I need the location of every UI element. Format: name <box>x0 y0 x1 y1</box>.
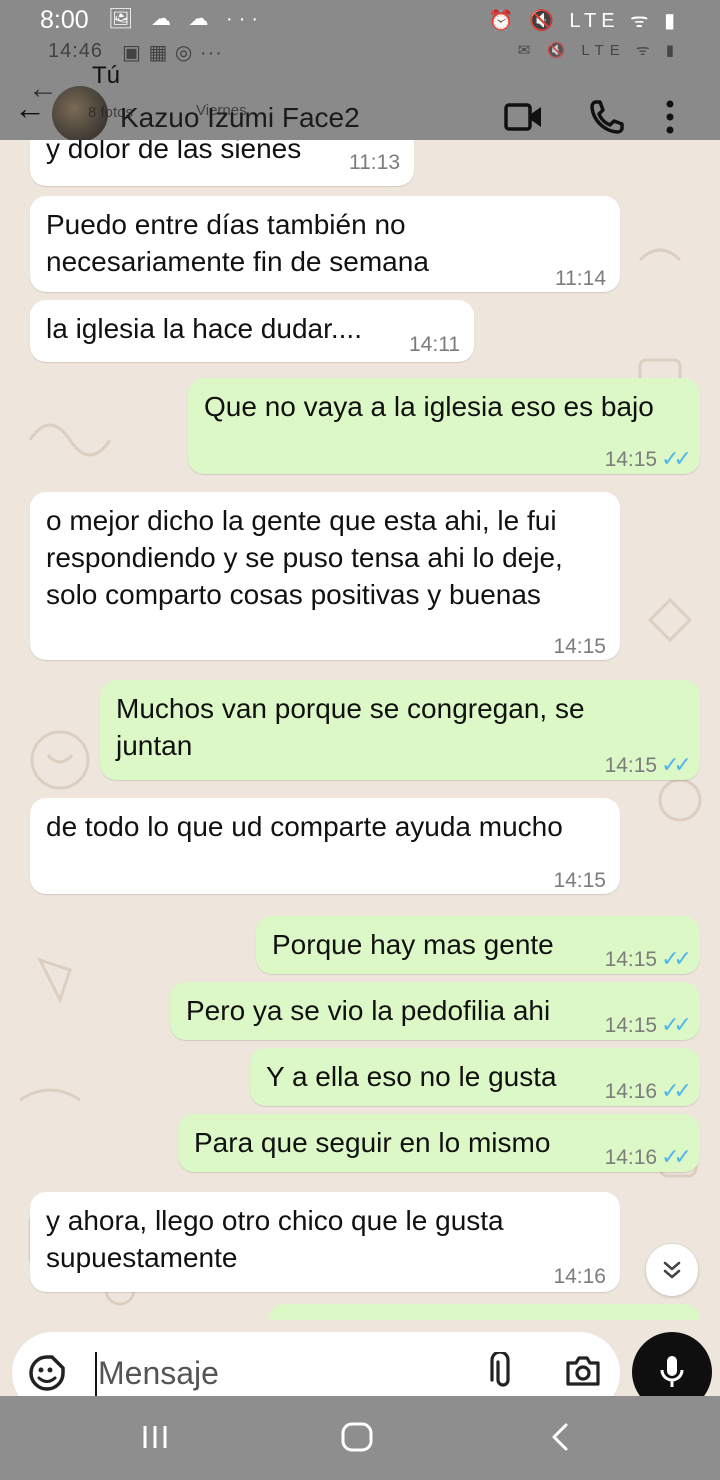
message-time: 11:14 <box>555 267 606 290</box>
message-time: 14:15 <box>604 754 658 777</box>
message-incoming[interactable]: de todo lo que ud comparte ayuda mucho 1… <box>30 798 620 894</box>
attach-clip-icon[interactable] <box>490 1352 516 1392</box>
message-outgoing[interactable]: Para que seguir en lo mismo 14:16 ✓✓ <box>178 1114 700 1172</box>
recent-apps-icon[interactable] <box>140 1422 170 1452</box>
read-receipt-icon: ✓✓ <box>661 1144 692 1169</box>
double-chevron-down-icon <box>663 1261 681 1279</box>
message-outgoing[interactable]: Muchos van porque se congregan, se junta… <box>100 680 700 780</box>
message-time: 14:15 <box>604 448 658 471</box>
read-receipt-icon: ✓✓ <box>661 752 692 777</box>
ghost-status-icons: ▣ ▦ ◎ ··· <box>122 42 223 64</box>
text-cursor <box>95 1352 97 1396</box>
chat-area[interactable]: y dolor de las sienes 11:13 Puedo entre … <box>0 140 720 1396</box>
more-options-icon[interactable] <box>664 98 676 138</box>
message-text: y dolor de las sienes <box>46 140 302 164</box>
voice-call-icon[interactable] <box>588 98 626 136</box>
ghost-status-time: 14:46 <box>48 40 104 62</box>
message-time: 14:15 <box>604 948 658 971</box>
message-input[interactable] <box>98 1350 478 1396</box>
read-receipt-icon: ✓✓ <box>661 1012 692 1037</box>
status-time: 8:00 <box>40 6 89 34</box>
message-text: o mejor dicho la gente que esta ahi, le … <box>46 505 563 610</box>
microphone-icon <box>660 1356 684 1387</box>
message-outgoing[interactable]: Que no vaya a la iglesia eso es bajo 14:… <box>188 378 700 474</box>
message-time: 14:16 <box>604 1146 658 1169</box>
message-text: Porque hay mas gente <box>272 929 554 960</box>
message-text: Muchos van porque se congregan, se junta… <box>116 693 585 761</box>
contact-name[interactable]: Kazuo Izumi Face2 <box>120 102 360 134</box>
ghost-system-icons: ✉ 🔇 LTE ᯤ ▮ <box>517 42 680 59</box>
message-incoming[interactable]: Puedo entre días también no necesariamen… <box>30 196 620 292</box>
message-time: 14:16 <box>553 1265 606 1288</box>
message-time: 14:15 <box>553 869 606 892</box>
status-bar: 8:00 🖼 ☁ ☁ ··· ⏰ 🔇 LTE ᯤ ▮ <box>0 0 720 40</box>
message-incoming[interactable]: y ahora, llego otro chico que le gusta s… <box>30 1192 620 1292</box>
message-time: 14:15 <box>604 1014 658 1037</box>
emoji-sticker-icon[interactable] <box>28 1354 66 1392</box>
message-outgoing[interactable]: Y a ella eso no le gusta 14:16 ✓✓ <box>250 1048 700 1106</box>
video-call-icon[interactable] <box>504 102 544 132</box>
message-outgoing[interactable]: Porque hay mas gente 14:15 ✓✓ <box>256 916 700 974</box>
chat-header: 14:46 ▣ ▦ ◎ ··· ✉ 🔇 LTE ᯤ ▮ Tú ← ← 8 fot… <box>0 40 720 142</box>
message-text: de todo lo que ud comparte ayuda mucho <box>46 811 563 842</box>
message-time: 14:15 <box>553 635 606 658</box>
message-time: 14:11 <box>409 333 460 356</box>
system-navigation-bar <box>0 1396 720 1480</box>
read-receipt-icon: ✓✓ <box>661 446 692 471</box>
message-text: Puedo entre días también no necesariamen… <box>46 209 429 277</box>
scroll-to-bottom-button[interactable] <box>646 1244 698 1296</box>
back-arrow-icon[interactable]: ← <box>14 90 46 127</box>
message-text: y ahora, llego otro chico que le gusta s… <box>46 1205 504 1273</box>
message-incoming[interactable]: la iglesia la hace dudar.... 14:11 <box>30 300 474 362</box>
message-text: Pero ya se vio la pedofilia ahi <box>186 995 551 1026</box>
message-outgoing[interactable]: Pero ya se vio la pedofilia ahi 14:15 ✓✓ <box>170 982 700 1040</box>
message-time: 11:13 <box>349 151 400 174</box>
ghost-contact-label: Tú <box>92 62 121 89</box>
message-text: Que no vaya a la iglesia eso es bajo <box>204 391 654 422</box>
camera-icon[interactable] <box>564 1354 602 1388</box>
read-receipt-icon: ✓✓ <box>661 1078 692 1103</box>
message-text: Para que seguir en lo mismo <box>194 1127 551 1158</box>
notification-icons: 🖼 ☁ ☁ ··· <box>108 8 265 30</box>
message-text: la iglesia la hace dudar.... <box>46 313 362 344</box>
message-text: Y a ella eso no le gusta <box>266 1061 557 1092</box>
message-incoming[interactable]: y dolor de las sienes 11:13 <box>30 140 414 186</box>
read-receipt-icon: ✓✓ <box>661 946 692 971</box>
home-icon[interactable] <box>340 1422 374 1452</box>
message-outgoing-partial <box>268 1304 700 1320</box>
back-icon[interactable] <box>548 1422 572 1452</box>
system-status-icons: ⏰ 🔇 LTE ᯤ ▮ <box>488 10 680 32</box>
message-time: 14:16 <box>604 1080 658 1103</box>
message-incoming[interactable]: o mejor dicho la gente que esta ahi, le … <box>30 492 620 660</box>
